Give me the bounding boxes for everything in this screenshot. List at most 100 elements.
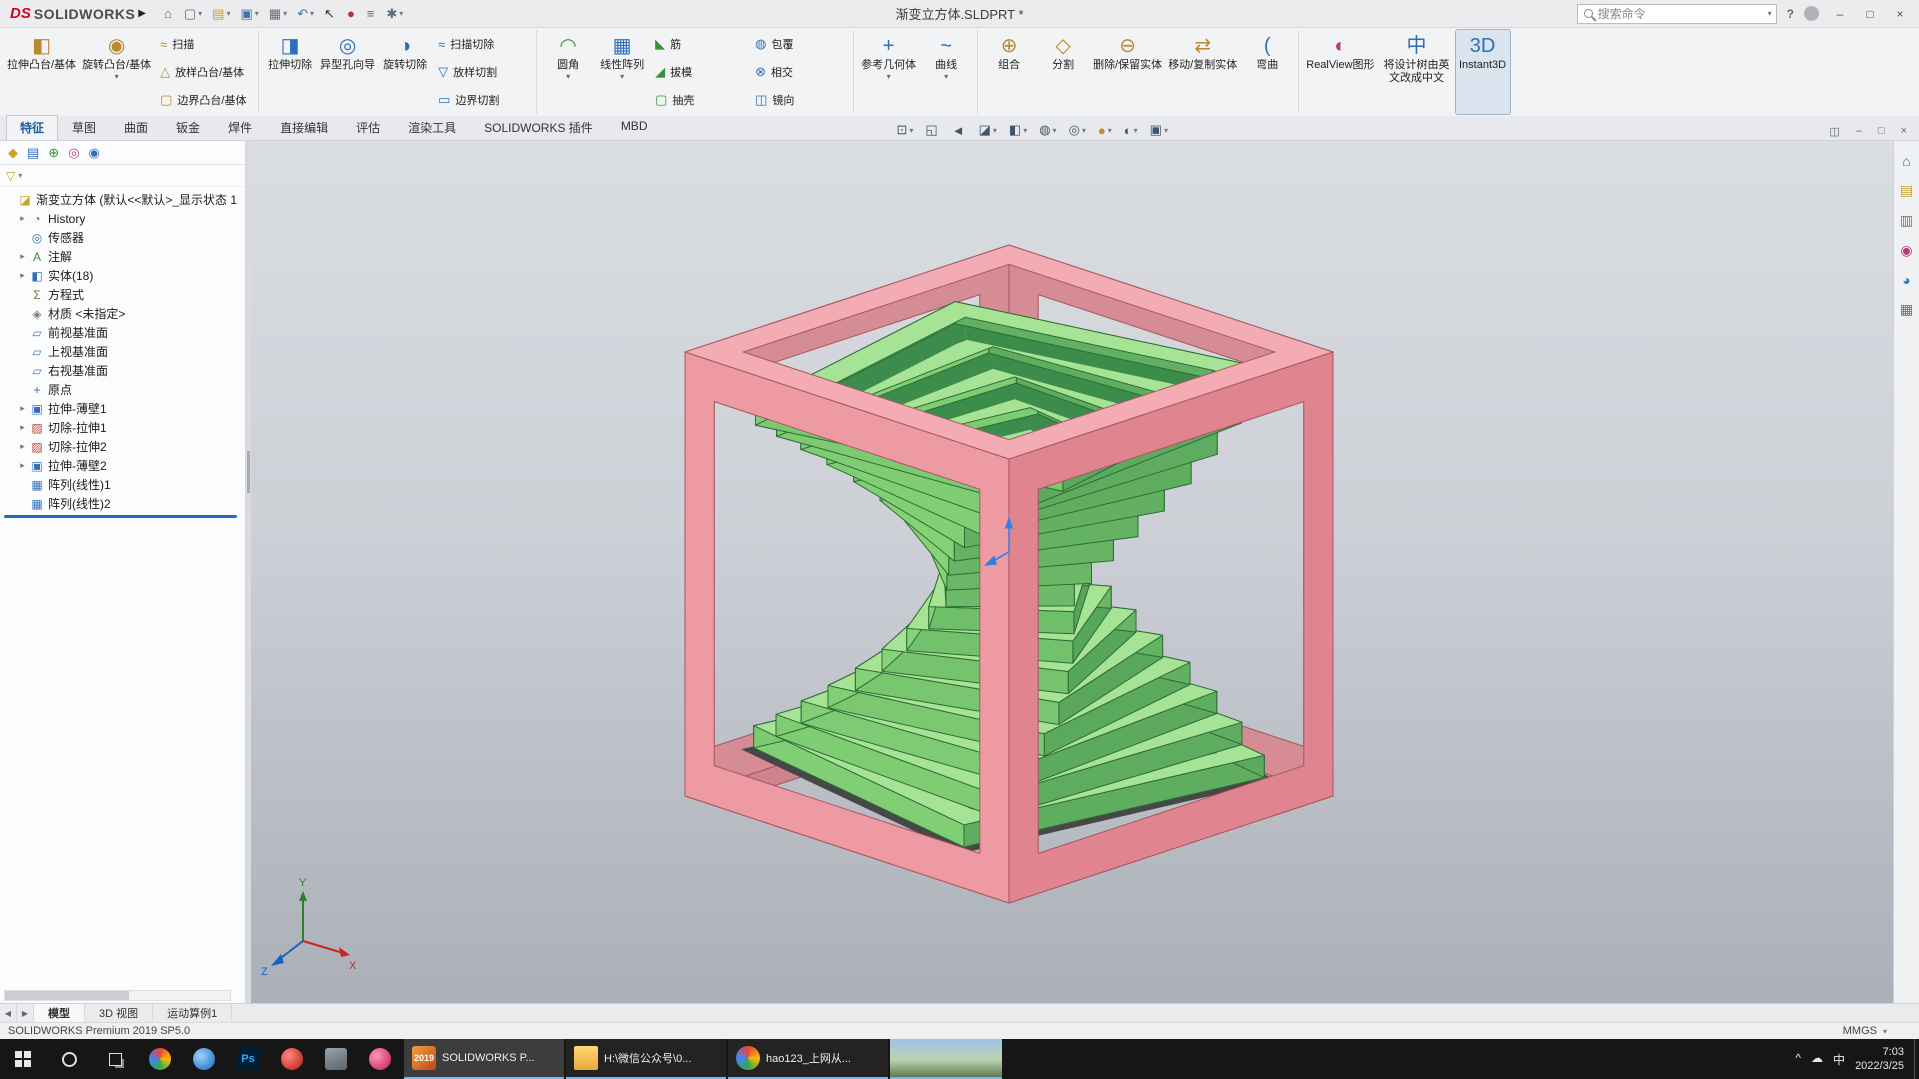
quick-access-button[interactable]: ✱ ▾ (382, 4, 407, 24)
taskbar-app-button[interactable]: 2019 SOLIDWORKS P... (404, 1039, 564, 1079)
feature-tree-item[interactable]: ▱ 前视基准面 (0, 323, 245, 342)
units-selector[interactable]: MMGS (1843, 1025, 1877, 1037)
graphics-viewport[interactable]: Y X Z (251, 141, 1893, 1003)
ribbon-button[interactable]: ≈ 扫描切除 (432, 30, 532, 58)
view-tool-button[interactable]: ● ▾ (1093, 121, 1117, 140)
feature-tree-item[interactable]: ▸ A 注解 (0, 247, 245, 266)
feature-tree-item[interactable]: ◈ 材质 <未指定> (0, 304, 245, 323)
ribbon-button[interactable]: ◨ 拉伸切除 (263, 30, 317, 114)
ribbon-button[interactable]: ◑ 旋转切除 (378, 30, 432, 114)
expand-arrow-icon[interactable]: ▸ (16, 422, 29, 433)
scrollbar-thumb[interactable] (5, 991, 129, 1000)
task-pane-icon[interactable]: ◉ (1900, 242, 1912, 259)
ribbon-button[interactable]: ◐ RealView图形 (1303, 30, 1377, 114)
chevron-down-icon[interactable]: ▾ (1768, 9, 1772, 18)
panel-tab-icon[interactable]: ◉ (89, 145, 100, 161)
panel-tab-icon[interactable]: ▤ (27, 145, 39, 161)
expand-arrow-icon[interactable]: ▸ (16, 251, 29, 262)
view-tool-button[interactable]: ◎ ▾ (1064, 120, 1091, 140)
tab-nav-arrow[interactable]: ◀ (0, 1004, 17, 1022)
user-account-icon[interactable] (1804, 6, 1819, 21)
document-window-button[interactable]: × (1895, 123, 1913, 140)
feature-tree-item[interactable]: ▱ 右视基准面 (0, 361, 245, 380)
ribbon-button[interactable] (1298, 30, 1300, 114)
feature-tree-item[interactable]: ▸ ▨ 切除-拉伸2 (0, 437, 245, 456)
tab-nav-arrow[interactable]: ▶ (17, 1004, 34, 1022)
ribbon-tab[interactable]: 曲面 (110, 115, 162, 140)
tray-icon[interactable]: ^ (1795, 1051, 1801, 1068)
document-tab[interactable]: 模型 (34, 1004, 85, 1022)
feature-tree-item[interactable]: ▸ ▨ 切除-拉伸1 (0, 418, 245, 437)
ribbon-button[interactable] (977, 30, 979, 114)
ribbon-button[interactable]: ⇄ 移动/复制实体 (1165, 30, 1240, 114)
taskbar-app-button[interactable]: hao123_上网从... (728, 1039, 888, 1079)
ribbon-button[interactable]: ◍ 包覆 (749, 30, 849, 58)
quick-access-button[interactable]: ▢ ▾ (180, 4, 206, 24)
expand-arrow-icon[interactable]: ▸ (16, 270, 29, 281)
pinned-app-button[interactable] (270, 1039, 314, 1079)
help-button[interactable]: ? (1783, 7, 1798, 21)
ribbon-button[interactable]: ◫ 镜向 (749, 86, 849, 114)
ribbon-button[interactable]: ◧ 拉伸凸台/基体 (4, 30, 79, 114)
chevron-down-icon[interactable]: ▾ (1883, 1027, 1887, 1036)
feature-tree-item[interactable]: ▦ 阵列(线性)2 (0, 494, 245, 513)
start-button[interactable] (0, 1039, 46, 1079)
tray-icon[interactable]: ☁ (1811, 1051, 1823, 1068)
quick-access-button[interactable]: ↶ ▾ (293, 4, 318, 24)
ribbon-tab[interactable]: 草图 (58, 115, 110, 140)
task-view-button[interactable] (92, 1039, 138, 1079)
task-pane-icon[interactable]: ◕ (1902, 272, 1910, 288)
feature-tree-item[interactable]: + 原点 (0, 380, 245, 399)
menu-expand-arrow-icon[interactable]: ▶ (138, 8, 146, 19)
rollback-bar[interactable] (4, 515, 237, 518)
quick-access-button[interactable]: ▦ ▾ (265, 4, 291, 24)
ribbon-button[interactable]: ▢ 边界凸台/基体 (154, 86, 254, 114)
ribbon-tab[interactable]: MBD (607, 115, 662, 140)
quick-access-button[interactable]: ≡ (363, 4, 381, 23)
ribbon-tab[interactable]: 钣金 (162, 115, 214, 140)
tray-icon[interactable]: 中 (1833, 1051, 1845, 1068)
ribbon-button[interactable]: ◇ 分割 (1036, 30, 1090, 114)
document-tab[interactable]: 运动算例1 (153, 1004, 233, 1022)
ribbon-button[interactable]: ~ 曲线 ▾ (919, 30, 973, 114)
pinned-app-button[interactable] (314, 1039, 358, 1079)
show-desktop-button[interactable] (1914, 1039, 1919, 1079)
ribbon-button[interactable]: ≈ 扫描 (154, 30, 254, 58)
task-pane-icon[interactable]: ▤ (1900, 182, 1913, 199)
view-tool-button[interactable]: ◪ ▾ (974, 120, 1002, 140)
feature-tree-item[interactable]: ▦ 阵列(线性)1 (0, 475, 245, 494)
taskbar-app-button[interactable]: H:\微信公众号\0... (566, 1039, 726, 1079)
task-pane-icon[interactable]: ▥ (1900, 212, 1913, 229)
quick-access-button[interactable]: ▣ ▾ (236, 4, 262, 24)
ribbon-tab[interactable]: 评估 (342, 115, 394, 140)
chevron-down-icon[interactable]: ▾ (18, 171, 22, 180)
ribbon-tab[interactable]: 渲染工具 (394, 115, 470, 140)
panel-tab-icon[interactable]: ⊕ (48, 145, 59, 161)
ribbon-button[interactable]: ▽ 放样切割 (432, 58, 532, 86)
view-tool-button[interactable]: ◱ (920, 120, 944, 140)
task-pane-icon[interactable]: ⌂ (1902, 153, 1910, 169)
ribbon-button[interactable]: ▭ 边界切割 (432, 86, 532, 114)
view-tool-button[interactable]: ◍ ▾ (1034, 120, 1061, 140)
ribbon-tab[interactable]: 直接编辑 (266, 115, 342, 140)
ribbon-button[interactable]: 中 将设计树由英文改成中文 (1378, 30, 1456, 114)
ribbon-button[interactable] (536, 30, 538, 114)
ribbon-tab[interactable]: SOLIDWORKS 插件 (470, 115, 607, 140)
ribbon-button[interactable]: ( 弯曲 (1240, 30, 1294, 114)
expand-arrow-icon[interactable]: ▸ (16, 460, 29, 471)
feature-tree-item[interactable]: ▸ ▣ 拉伸-薄壁1 (0, 399, 245, 418)
ribbon-button[interactable]: ⊖ 删除/保留实体 (1090, 30, 1165, 114)
panel-tab-icon[interactable]: ◎ (68, 145, 79, 161)
window-control-button[interactable]: – (1825, 2, 1855, 26)
pinned-app-button[interactable]: Ps (226, 1039, 270, 1079)
view-tool-button[interactable]: ▣ ▾ (1145, 120, 1173, 140)
document-window-button[interactable]: – (1850, 123, 1868, 140)
ribbon-button[interactable]: ◎ 异型孔向导 (317, 30, 378, 114)
quick-access-button[interactable]: ↖ (320, 4, 341, 24)
feature-tree-item[interactable]: ▱ 上视基准面 (0, 342, 245, 361)
feature-tree-item[interactable]: Σ 方程式 (0, 285, 245, 304)
pinned-app-button[interactable] (138, 1039, 182, 1079)
expand-arrow-icon[interactable]: ▸ (16, 403, 29, 414)
ribbon-button[interactable]: ▦ 线性阵列 ▾ (595, 30, 649, 114)
command-search-input[interactable]: 搜索命令 ▾ (1576, 3, 1777, 24)
